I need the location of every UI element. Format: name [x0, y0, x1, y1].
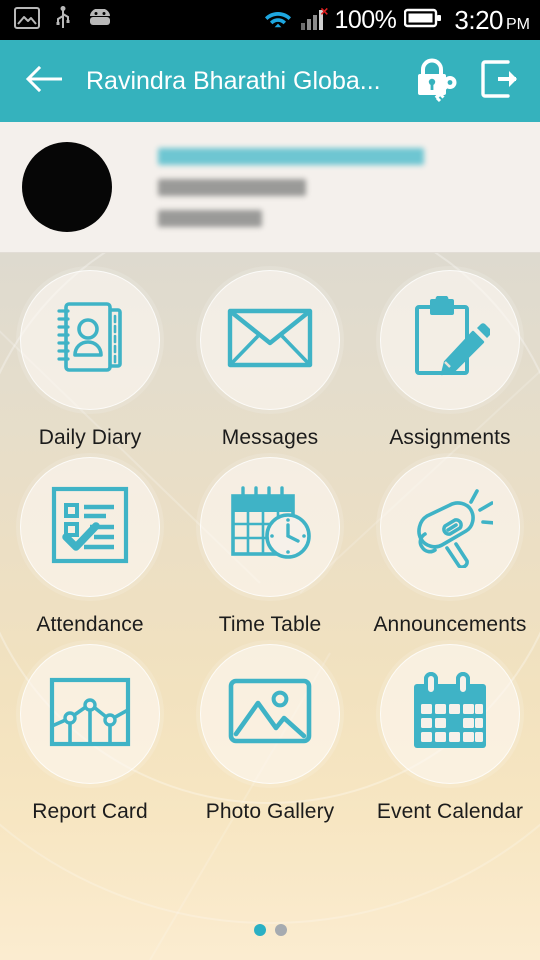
avatar[interactable]: [22, 142, 112, 232]
grid-item-label: Announcements: [373, 613, 527, 636]
icon-circle: [20, 270, 160, 410]
back-arrow-icon: [24, 64, 64, 99]
profile-name-redacted: [158, 147, 424, 165]
status-bar: × 100% 3:20 PM: [0, 0, 540, 40]
clock-ampm: PM: [506, 15, 530, 33]
grid-item-announcements[interactable]: Announcements: [360, 457, 540, 644]
page-indicator: [0, 924, 540, 936]
icon-circle: [20, 644, 160, 784]
app-root: × 100% 3:20 PM Ravindra Bharathi Globa..…: [0, 0, 540, 960]
android-robot-icon: [86, 7, 114, 32]
back-button[interactable]: [20, 57, 68, 105]
image-icon: [14, 6, 40, 34]
page-title: Ravindra Bharathi Globa...: [86, 66, 381, 95]
logout-button[interactable]: [474, 55, 526, 107]
grid-item-photo-gallery[interactable]: Photo Gallery: [180, 644, 360, 831]
notebook-person-icon: [49, 296, 131, 385]
grid-item-label: Time Table: [218, 613, 322, 636]
usb-icon: [56, 5, 70, 35]
grid-item-label: Report Card: [32, 800, 148, 823]
profile-header: [0, 122, 540, 253]
dashboard-grid-area: Daily Diary Messages Assignments Attenda…: [0, 253, 540, 960]
clipboard-pencil-icon: [410, 295, 492, 385]
grid-item-label: Photo Gallery: [205, 800, 335, 823]
calendar-clock-icon: [227, 484, 313, 571]
wifi-icon: [264, 6, 292, 35]
profile-class-redacted: [158, 178, 306, 196]
icon-circle: [200, 270, 340, 410]
page-dot-inactive[interactable]: [274, 924, 287, 936]
envelope-icon: [227, 307, 313, 374]
lock-key-icon: [414, 54, 462, 109]
megaphone-icon: [407, 482, 498, 573]
battery-percent-label: 100%: [334, 5, 397, 34]
chart-graph-icon: [48, 676, 132, 753]
grid-item-attendance[interactable]: Attendance: [0, 457, 180, 644]
icon-circle: [380, 457, 520, 597]
checklist-check-icon: [50, 485, 130, 570]
clock-time: 3:20: [454, 4, 503, 35]
change-password-button[interactable]: [412, 55, 464, 107]
photo-image-icon: [228, 678, 312, 751]
grid-item-label: Daily Diary: [38, 426, 142, 449]
grid-item-label: Assignments: [389, 426, 511, 449]
grid-item-assignments[interactable]: Assignments: [360, 270, 540, 457]
page-dot-active[interactable]: [253, 924, 266, 936]
profile-details: [158, 147, 424, 227]
grid-item-daily-diary[interactable]: Daily Diary: [0, 270, 180, 457]
grid-item-time-table[interactable]: Time Table: [180, 457, 360, 644]
clock: 3:20 PM: [454, 5, 530, 36]
icon-circle: [380, 270, 520, 410]
status-bar-right-icons: × 100% 3:20 PM: [264, 3, 530, 36]
logout-icon: [478, 57, 522, 106]
status-bar-left-icons: [14, 5, 114, 35]
grid-item-label: Attendance: [36, 613, 144, 636]
grid-item-label: Messages: [221, 426, 319, 449]
calendar-filled-icon: [409, 671, 491, 757]
icon-circle: [200, 457, 340, 597]
icon-circle: [200, 644, 340, 784]
grid-item-event-calendar[interactable]: Event Calendar: [360, 644, 540, 831]
signal-bars-icon: ×: [300, 3, 329, 33]
signal-error-mark: ×: [320, 3, 329, 19]
grid-item-messages[interactable]: Messages: [180, 270, 360, 457]
icon-circle: [380, 644, 520, 784]
battery-full-icon: [404, 7, 442, 34]
icon-circle: [20, 457, 160, 597]
app-toolbar: Ravindra Bharathi Globa...: [0, 40, 540, 122]
grid-item-label: Event Calendar: [376, 800, 524, 823]
profile-section-redacted: [158, 209, 262, 227]
dashboard-grid: Daily Diary Messages Assignments Attenda…: [0, 253, 540, 831]
grid-item-report-card[interactable]: Report Card: [0, 644, 180, 831]
